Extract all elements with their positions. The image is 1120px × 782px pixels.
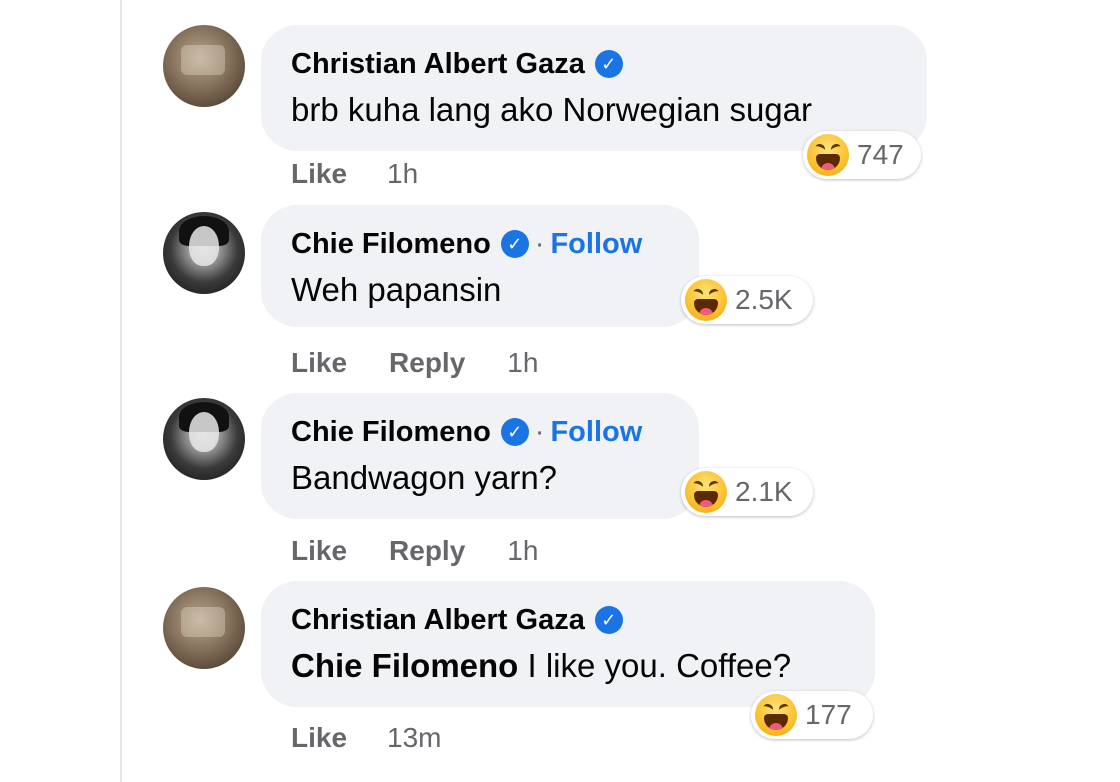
- separator-dot: ·: [534, 227, 545, 260]
- haha-emoji-icon: [685, 471, 727, 513]
- haha-emoji-icon: [807, 134, 849, 176]
- reaction-count-label: 2.1K: [735, 476, 793, 507]
- reply-button[interactable]: Reply: [389, 535, 465, 567]
- timestamp[interactable]: 1h: [387, 158, 418, 190]
- verified-badge-icon: ✓: [594, 50, 623, 78]
- separator-dot: ·: [534, 415, 545, 448]
- haha-emoji-icon: [685, 279, 727, 321]
- verified-badge-icon: ✓: [500, 418, 529, 446]
- like-button[interactable]: Like: [291, 535, 347, 567]
- reaction-count[interactable]: 177: [751, 691, 873, 739]
- thread-line: [120, 0, 122, 782]
- comment-actions: Like Reply 1h: [291, 346, 538, 380]
- verified-badge-icon: ✓: [594, 606, 623, 634]
- comment-text: Chie Filomeno I like you. Coffee?: [291, 647, 845, 685]
- avatar[interactable]: [163, 398, 245, 480]
- avatar[interactable]: [163, 587, 245, 669]
- reply-button[interactable]: Reply: [389, 347, 465, 379]
- follow-button[interactable]: Follow: [550, 416, 642, 449]
- verified-badge-icon: ✓: [500, 230, 529, 258]
- comment-actions: Like 1h: [291, 157, 418, 191]
- follow-button[interactable]: Follow: [550, 228, 642, 261]
- reaction-count[interactable]: 2.5K: [681, 276, 813, 324]
- comment-text: Bandwagon yarn?: [291, 459, 558, 496]
- comment-bubble: Christian Albert Gaza ✓ Chie Filomeno I …: [261, 581, 875, 707]
- timestamp[interactable]: 1h: [507, 347, 538, 379]
- comment-text: Weh papansin: [291, 271, 502, 308]
- reaction-count[interactable]: 2.1K: [681, 468, 813, 516]
- reaction-count-label: 2.5K: [735, 284, 793, 315]
- like-button[interactable]: Like: [291, 347, 347, 379]
- mention-link[interactable]: Chie Filomeno: [291, 647, 518, 684]
- comment-text: brb kuha lang ako Norwegian sugar: [291, 91, 812, 128]
- like-button[interactable]: Like: [291, 722, 347, 754]
- avatar[interactable]: [163, 25, 245, 107]
- comment-bubble: Chie Filomeno ✓ · Follow Weh papansin: [261, 205, 699, 327]
- avatar[interactable]: [163, 212, 245, 294]
- timestamp[interactable]: 1h: [507, 535, 538, 567]
- comment-author[interactable]: Chie Filomeno: [291, 228, 491, 261]
- reaction-count[interactable]: 747: [803, 131, 921, 179]
- comment-actions: Like 13m: [291, 721, 442, 755]
- like-button[interactable]: Like: [291, 158, 347, 190]
- comment-bubble: Chie Filomeno ✓ · Follow Bandwagon yarn?: [261, 393, 699, 519]
- haha-emoji-icon: [755, 694, 797, 736]
- comment-text-body: I like you. Coffee?: [518, 647, 792, 684]
- comment-actions: Like Reply 1h: [291, 534, 538, 568]
- comment-author[interactable]: Christian Albert Gaza: [291, 48, 585, 81]
- comment-author[interactable]: Christian Albert Gaza: [291, 604, 585, 637]
- reaction-count-label: 177: [805, 699, 852, 730]
- timestamp[interactable]: 13m: [387, 722, 441, 754]
- comment-author[interactable]: Chie Filomeno: [291, 416, 491, 449]
- reaction-count-label: 747: [857, 139, 904, 170]
